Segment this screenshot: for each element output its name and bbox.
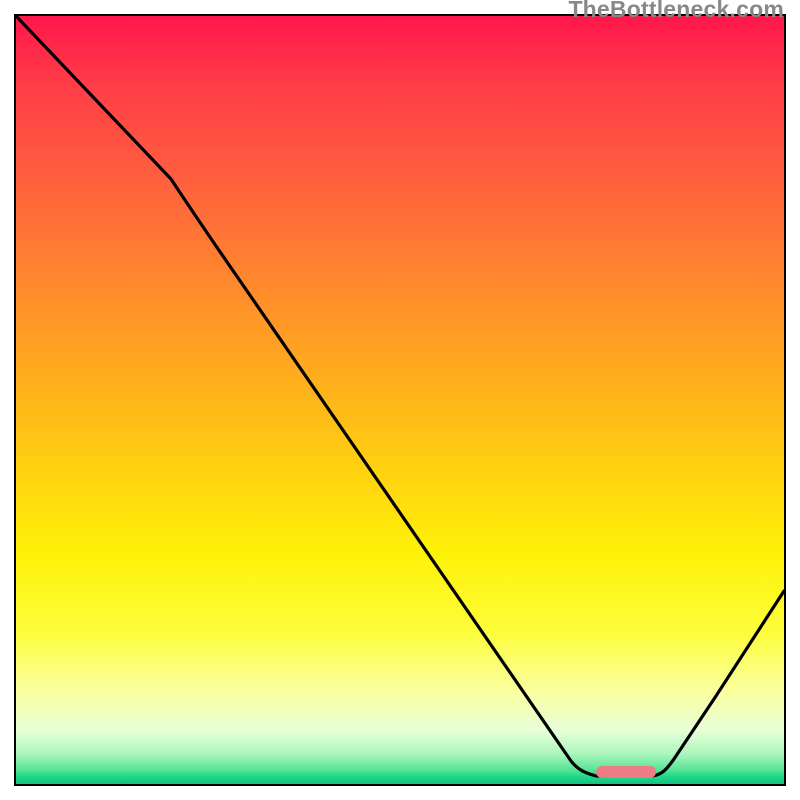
gradient-background [16, 16, 784, 784]
watermark-text: TheBottleneck.com [568, 0, 784, 23]
optimal-marker [596, 766, 656, 778]
